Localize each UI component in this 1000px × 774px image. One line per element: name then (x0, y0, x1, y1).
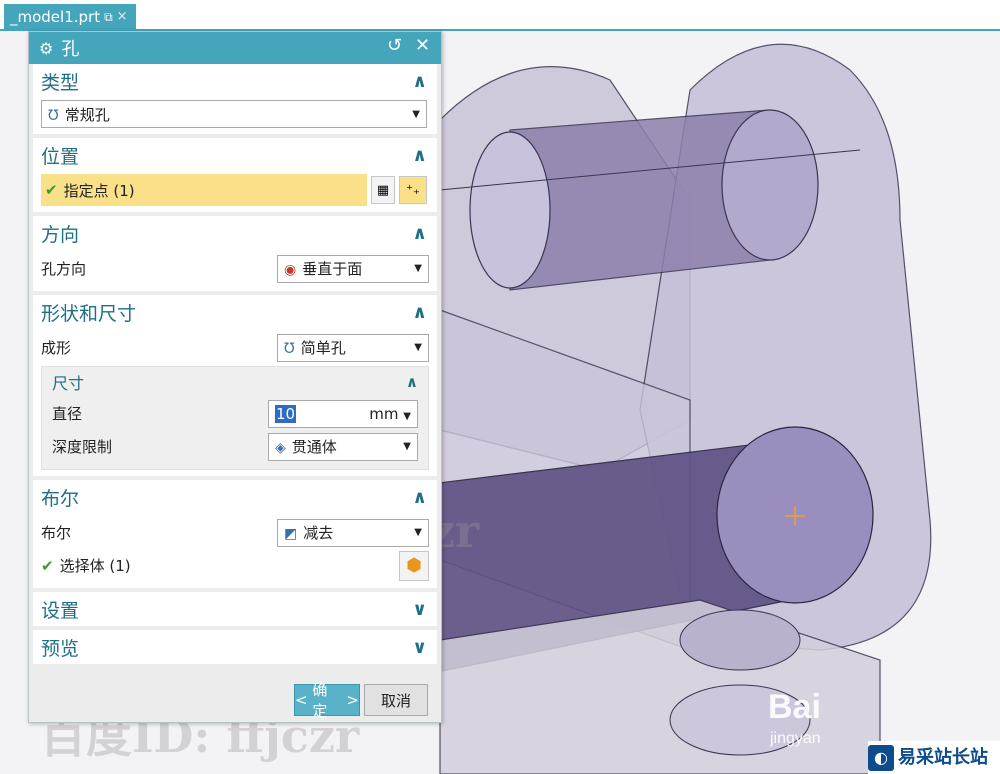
normal-face-icon: ◉ (284, 262, 297, 278)
diameter-input[interactable]: 10 mm ▼ (268, 399, 418, 428)
boolean-label: 布尔 (41, 524, 72, 542)
hole-direction-select[interactable]: ◉ 垂直于面 ▼ (277, 254, 429, 283)
boolean-select[interactable]: ◩ 减去 ▼ (277, 518, 429, 547)
through-body-icon: ◈ (275, 440, 286, 456)
section-direction-header[interactable]: 方向 ∧ (33, 216, 437, 250)
reset-icon[interactable]: ↺ (387, 35, 402, 56)
section-title: 方向 (41, 223, 80, 246)
hole-icon: Ʊ (284, 341, 295, 357)
chevron-up-icon[interactable]: ∧ (412, 302, 427, 323)
section-settings-header[interactable]: 设置 ∨ (33, 592, 437, 626)
section-title: 类型 (41, 71, 80, 94)
site-brand: ◐ 易采站长站 (868, 741, 1000, 774)
site-name: 易采站长站 (898, 746, 988, 768)
chevron-up-icon[interactable]: ∧ (412, 71, 427, 92)
hole-icon: Ʊ (48, 107, 59, 124)
form-label: 成形 (41, 339, 72, 357)
cancel-button[interactable]: 取消 (364, 684, 428, 716)
select-body-label: 选择体 (1) (59, 557, 131, 575)
section-position-header[interactable]: 位置 ∧ (33, 138, 437, 172)
document-tab[interactable]: _model1.prt ⧉ × (4, 4, 136, 30)
chevron-down-icon: ▼ (414, 342, 422, 353)
site-logo-icon: ◐ (868, 744, 894, 771)
section-boolean-header[interactable]: 布尔 ∧ (33, 480, 437, 514)
chevron-down-icon: ▼ (414, 527, 422, 538)
select-body-icon[interactable]: ⬢ (399, 550, 429, 581)
chevron-down-icon: ▼ (412, 108, 420, 120)
depth-limit-label: 深度限制 (52, 438, 113, 456)
point-dialog-icon[interactable]: ⁺₊ (399, 176, 427, 204)
section-title: 形状和尺寸 (41, 302, 137, 325)
close-icon[interactable]: ✕ (415, 35, 430, 56)
chevron-up-icon[interactable]: ∧ (412, 223, 427, 244)
section-title: 布尔 (41, 487, 80, 510)
section-title: 设置 (41, 599, 80, 622)
ok-label: 确定 (312, 681, 328, 720)
gear-icon: ⚙ (39, 38, 54, 58)
dimensions-group: 尺寸 ∧ 直径 10 mm ▼ 深度限制 ◈ 贯通体 ▼ (41, 366, 429, 470)
hole-type-select[interactable]: Ʊ 常规孔 ▼ (41, 100, 427, 128)
depth-limit-select[interactable]: ◈ 贯通体 ▼ (268, 432, 418, 461)
select-value: 垂直于面 (302, 260, 363, 278)
section-boolean-body: 布尔 ◩ 减去 ▼ ✔ 选择体 (1) ⬢ (33, 514, 437, 588)
section-title: 位置 (41, 145, 80, 168)
section-title: 预览 (41, 637, 80, 660)
select-value: 常规孔 (64, 105, 110, 124)
chevron-up-icon[interactable]: ∧ (412, 487, 427, 508)
diameter-value[interactable]: 10 (275, 404, 297, 423)
section-type-body: Ʊ 常规孔 ▼ (33, 98, 437, 134)
chevron-down-icon[interactable]: ▼ (403, 411, 411, 422)
jingyan-watermark: jingyan (770, 730, 821, 747)
close-icon[interactable]: × (117, 4, 128, 30)
dimensions-header[interactable]: 尺寸 ∧ (42, 367, 428, 397)
chevron-down-icon: ▼ (414, 263, 422, 274)
hole-direction-label: 孔方向 (41, 260, 87, 278)
ok-button[interactable]: < 确定 > (294, 681, 360, 720)
select-value: 贯通体 (291, 438, 337, 456)
chevron-up-icon[interactable]: ∧ (412, 145, 427, 166)
section-shape-header[interactable]: 形状和尺寸 ∧ (33, 295, 437, 329)
baidu-watermark: Bai (768, 688, 821, 726)
diameter-label: 直径 (52, 405, 83, 423)
section-position-body: ✔ 指定点 (1) ▦ ⁺₊ (33, 172, 437, 212)
section-type-header[interactable]: 类型 ∧ (33, 64, 437, 98)
chevron-up-icon[interactable]: ∧ (406, 373, 418, 391)
chevron-down-icon[interactable]: ∨ (412, 599, 427, 620)
section-direction-body: 孔方向 ◉ 垂直于面 ▼ (33, 250, 437, 291)
specify-point-label: 指定点 (1) (63, 181, 135, 200)
section-title: 尺寸 (52, 374, 85, 393)
check-icon: ✔ (45, 181, 58, 199)
specify-point-row[interactable]: ✔ 指定点 (1) (41, 174, 367, 206)
dialog-footer: < 确定 > 取消 (29, 676, 441, 722)
check-icon: ✔ (41, 557, 54, 575)
pin-icon[interactable]: ⧉ (104, 4, 113, 30)
dialog-titlebar: ⚙ 孔 ↺ ✕ (29, 32, 441, 64)
unit-label: mm (369, 404, 399, 423)
subtract-icon: ◩ (284, 526, 298, 542)
chevron-down-icon: ▼ (403, 441, 411, 452)
tab-title: _model1.prt (10, 8, 101, 26)
select-value: 简单孔 (300, 339, 346, 357)
document-tab-bar: _model1.prt ⧉ × (0, 0, 1000, 31)
hole-dialog: ⚙ 孔 ↺ ✕ 类型 ∧ Ʊ 常规孔 ▼ 位置 ∧ ✔ 指定点 (1) ▦ ⁺₊… (28, 31, 442, 723)
section-shape-body: 成形 Ʊ 简单孔 ▼ 尺寸 ∧ 直径 10 mm ▼ 深度限制 ◈ 贯通体 ▼ (33, 329, 437, 476)
chevron-down-icon[interactable]: ∨ (412, 637, 427, 658)
form-select[interactable]: Ʊ 简单孔 ▼ (277, 333, 429, 362)
select-value: 减去 (303, 524, 334, 542)
dialog-title: 孔 (61, 39, 80, 60)
section-preview-header[interactable]: 预览 ∨ (33, 630, 437, 664)
sketch-section-icon[interactable]: ▦ (371, 176, 395, 204)
